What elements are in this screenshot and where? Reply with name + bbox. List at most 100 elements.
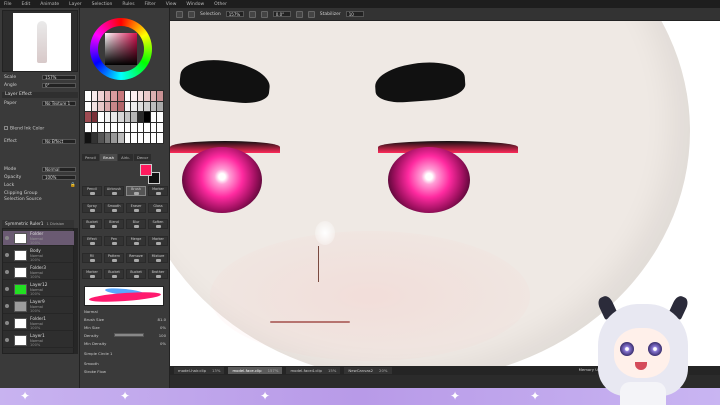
rotation-field[interactable]: 0.0° — [272, 11, 291, 17]
flip-vertical-button[interactable] — [307, 10, 315, 18]
color-swatch[interactable] — [144, 133, 150, 143]
subtool-brother[interactable]: Brother — [148, 269, 168, 280]
color-swatch[interactable] — [117, 91, 124, 101]
color-swatch[interactable] — [85, 91, 91, 101]
color-swatch[interactable] — [117, 133, 124, 143]
layer-list-header[interactable]: Symmetric Ruler1 1 Division — [2, 220, 74, 228]
file-tab[interactable]: NewCanvas2 20% — [344, 367, 392, 374]
color-swatch[interactable] — [150, 101, 157, 112]
color-swatch[interactable] — [157, 101, 163, 112]
tool-tab-pencil[interactable]: Pencil — [82, 154, 100, 161]
selection-label[interactable]: Selection — [200, 12, 221, 17]
subtool-fill[interactable]: Fill — [82, 252, 102, 263]
color-swatch[interactable] — [111, 133, 117, 143]
subtool-bucket[interactable]: Bucket — [126, 269, 146, 280]
smooth-label[interactable]: Smooth — [84, 361, 99, 366]
subtool-smooth[interactable]: Smooth — [104, 202, 124, 213]
zoom-in-button[interactable] — [248, 10, 256, 18]
subtool-gloss[interactable]: Gloss — [148, 202, 168, 213]
visibility-eye-icon[interactable] — [5, 236, 9, 240]
color-swatch[interactable] — [111, 122, 117, 133]
subtool-pencil[interactable]: Pencil — [82, 186, 102, 196]
subtool-remove[interactable]: Remove — [126, 252, 146, 263]
color-swatch[interactable] — [104, 101, 111, 112]
saturation-value-square[interactable] — [105, 33, 137, 65]
layer-row[interactable]: Layer1 Normal 100% — [3, 333, 75, 348]
brush-mode-select[interactable]: Normal — [84, 309, 98, 314]
color-swatch[interactable] — [111, 101, 117, 112]
color-swatch[interactable] — [91, 101, 98, 112]
visibility-eye-icon[interactable] — [5, 304, 9, 308]
layer-row[interactable]: Folder3 Normal 100% — [3, 265, 75, 280]
color-swatch[interactable] — [85, 133, 91, 143]
stabilizer-field[interactable]: 10 — [345, 11, 364, 17]
color-swatch[interactable] — [111, 112, 117, 122]
file-tab[interactable]: model-face4.clip 15% — [286, 367, 341, 374]
flip-horizontal-button[interactable] — [295, 10, 303, 18]
effect-select[interactable]: No Effect — [42, 138, 76, 144]
color-swatch[interactable] — [91, 122, 98, 133]
color-swatch[interactable] — [98, 112, 104, 122]
color-swatch[interactable] — [98, 122, 104, 133]
tool-tab-airb[interactable]: Airb. — [118, 154, 133, 161]
menu-item-window[interactable]: Window — [186, 2, 204, 7]
subtool-pattern[interactable]: Pattern — [104, 252, 124, 263]
redo-button[interactable] — [188, 10, 195, 18]
layer-effect-header[interactable]: Layer Effect — [2, 92, 78, 98]
layer-row[interactable]: Folder1 Normal 100% — [3, 316, 75, 331]
subtool-merge[interactable]: Merge — [126, 235, 146, 246]
navigator-thumbnail[interactable] — [13, 13, 71, 71]
color-swatch[interactable] — [144, 122, 150, 133]
visibility-eye-icon[interactable] — [5, 287, 9, 291]
color-swatch[interactable] — [157, 112, 163, 122]
color-swatch[interactable] — [150, 133, 157, 143]
menu-item-selection[interactable]: Selection — [92, 2, 113, 7]
color-swatch[interactable] — [150, 112, 157, 122]
layer-row[interactable]: Folder Normal 100% — [3, 231, 75, 246]
undo-button[interactable] — [176, 10, 183, 18]
clipping-label[interactable]: Clipping Group — [4, 191, 37, 196]
menu-item-other[interactable]: Other — [214, 2, 227, 7]
menu-item-rules[interactable]: Rules — [122, 2, 134, 7]
menu-item-view[interactable]: View — [166, 2, 177, 7]
color-swatch[interactable] — [124, 101, 131, 112]
zoom-out-button[interactable] — [260, 10, 268, 18]
menu-item-layer[interactable]: Layer — [69, 2, 82, 7]
file-tab[interactable]: model-face.clip 157% — [228, 367, 283, 374]
color-swatch[interactable] — [144, 101, 150, 112]
tool-tab-decor[interactable]: Decor — [133, 154, 152, 161]
menu-item-animate[interactable]: Animate — [40, 2, 59, 7]
color-swatch[interactable] — [117, 122, 124, 133]
zoom-field[interactable]: 157% — [225, 11, 244, 17]
color-swatch[interactable] — [137, 91, 144, 101]
subtool-blend[interactable]: Blend — [104, 219, 124, 230]
subtool-eraser[interactable]: Eraser — [126, 202, 146, 213]
color-swatch[interactable] — [150, 91, 157, 101]
color-swatch[interactable] — [85, 101, 91, 112]
color-swatch[interactable] — [85, 122, 91, 133]
color-swatch[interactable] — [104, 112, 111, 122]
blend-ink-checkbox[interactable] — [4, 126, 8, 131]
layer-list-scrollbar[interactable] — [74, 228, 78, 354]
stroke-flow-label[interactable]: Stroke Flow — [84, 369, 106, 374]
color-swatch[interactable] — [131, 91, 137, 101]
subtool-effect[interactable]: Effect — [82, 235, 102, 246]
color-swatch[interactable] — [137, 133, 144, 143]
paper-select[interactable]: No Texture 1 — [42, 100, 76, 106]
subtool-brush[interactable]: Brush — [126, 186, 146, 196]
color-swatch[interactable] — [111, 91, 117, 101]
visibility-eye-icon[interactable] — [5, 338, 9, 342]
subtool-mixture[interactable]: Mixture — [148, 252, 168, 263]
angle-field[interactable]: 0° — [42, 82, 76, 88]
subtool-blur[interactable]: Blur — [126, 219, 146, 230]
menu-item-file[interactable]: File — [4, 2, 12, 7]
color-swatch[interactable] — [144, 112, 150, 122]
min-size-value[interactable]: 0% — [160, 325, 166, 330]
color-swatch[interactable] — [124, 133, 131, 143]
color-swatch[interactable] — [98, 133, 104, 143]
scale-field[interactable]: 157% — [42, 74, 76, 80]
color-swatch[interactable] — [117, 112, 124, 122]
visibility-eye-icon[interactable] — [5, 253, 9, 257]
subtool-marker[interactable]: Marker — [82, 269, 102, 280]
subtool-bucket[interactable]: Bucket — [82, 219, 102, 230]
